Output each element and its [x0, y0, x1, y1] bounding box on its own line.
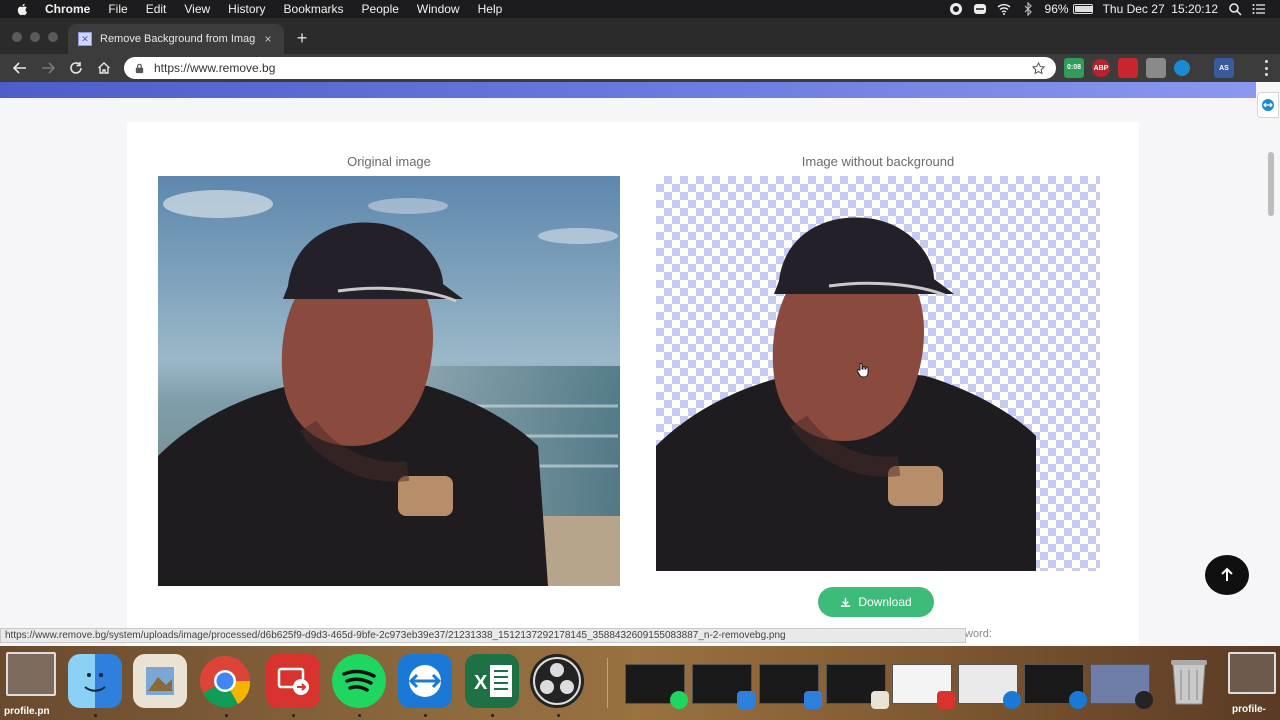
- teamviewer-icon[interactable]: [398, 654, 452, 708]
- partial-page-text: word:: [965, 628, 992, 640]
- apple-icon[interactable]: [14, 1, 30, 17]
- battery-icon: [1072, 4, 1093, 14]
- download-icon: [840, 596, 852, 608]
- dock-window-thumbnail-6[interactable]: [958, 664, 1021, 709]
- spotify-icon[interactable]: [332, 654, 386, 708]
- hand-cursor-icon: [857, 363, 869, 378]
- forward-button[interactable]: [34, 56, 62, 80]
- extension-timer: 0:08: [1066, 64, 1081, 71]
- adblock-label: ABP: [1093, 64, 1109, 72]
- web-page: Original image Image without background: [0, 82, 1280, 646]
- menu-help[interactable]: Help: [469, 0, 512, 18]
- original-image[interactable]: [158, 176, 620, 586]
- menu-bookmarks[interactable]: Bookmarks: [275, 0, 353, 18]
- browser-toolbar: https://www.remove.bg 0:08 ABP AS: [0, 54, 1280, 82]
- result-image-transparent[interactable]: [656, 176, 1100, 571]
- teamviewer-tray-icon[interactable]: [973, 2, 987, 16]
- lock-icon[interactable]: [134, 62, 146, 74]
- back-button[interactable]: [6, 56, 34, 80]
- removebg-favicon-icon: ✕: [78, 32, 92, 46]
- red-extension-icon[interactable]: [1118, 58, 1138, 78]
- remote-desktop-badge-icon: [937, 691, 955, 709]
- finder-icon[interactable]: [68, 654, 122, 708]
- desktop-screen: Chrome File Edit View History Bookmarks …: [0, 0, 1280, 720]
- reload-button[interactable]: [62, 56, 90, 80]
- hero-band: [0, 82, 1256, 98]
- dock-window-thumbnail-1[interactable]: [625, 664, 688, 709]
- dock-file-label-left: profile.pn: [4, 706, 50, 717]
- screencast-extension-icon[interactable]: 0:08: [1064, 58, 1084, 78]
- wifi-icon[interactable]: [997, 2, 1011, 16]
- new-tab-button[interactable]: +: [292, 28, 312, 48]
- download-button[interactable]: Download: [818, 587, 934, 617]
- result-image-title: Image without background: [801, 154, 955, 169]
- dock-profile-thumbnail-right[interactable]: [1228, 652, 1276, 694]
- dock-window-thumbnail-7[interactable]: [1024, 664, 1087, 709]
- dock-separator: [607, 658, 608, 708]
- arrow-up-icon: [1221, 567, 1233, 581]
- dock-window-thumbnail-4[interactable]: [826, 664, 889, 709]
- mac-dock: profile.pn X profile-: [0, 646, 1280, 720]
- browser-tab-active[interactable]: ✕ Remove Background from Imag ×: [68, 24, 284, 54]
- link-status-bubble: https://www.remove.bg/system/uploads/ima…: [0, 628, 966, 643]
- svg-text:X: X: [474, 672, 488, 694]
- teamviewer-side-icon[interactable]: [1257, 92, 1279, 118]
- dock-window-thumbnail-3[interactable]: [759, 664, 822, 709]
- menu-app-name[interactable]: Chrome: [36, 0, 99, 18]
- teamviewer-badge-icon: [1003, 691, 1021, 709]
- dock-window-thumbnail-2[interactable]: [692, 664, 755, 709]
- bluetooth-icon[interactable]: [1021, 2, 1035, 16]
- trash-icon[interactable]: [1162, 654, 1216, 708]
- window-close-button[interactable]: [12, 32, 22, 42]
- window-zoom-button[interactable]: [48, 32, 58, 42]
- preview-badge-icon: [871, 691, 889, 709]
- blue-extension-icon[interactable]: [1174, 60, 1190, 76]
- menu-window[interactable]: Window: [408, 0, 469, 18]
- finder-badge-icon: [737, 691, 755, 709]
- mac-menubar: Chrome File Edit View History Bookmarks …: [0, 0, 1280, 18]
- chrome-menu-icon[interactable]: [1262, 60, 1270, 76]
- bookmark-star-icon[interactable]: [1032, 61, 1046, 75]
- menu-people[interactable]: People: [353, 0, 408, 18]
- obs-badge-icon: [1135, 691, 1153, 709]
- clock[interactable]: Thu Dec 27 15:20:12: [1103, 2, 1218, 16]
- profile-extension-icon[interactable]: AS: [1214, 58, 1234, 78]
- menu-history[interactable]: History: [219, 0, 274, 18]
- battery-indicator[interactable]: 96%: [1045, 2, 1093, 16]
- window-minimize-button[interactable]: [30, 32, 40, 42]
- home-button[interactable]: [90, 56, 118, 80]
- browser-tabstrip: ✕ Remove Background from Imag × +: [0, 18, 1280, 54]
- finder-badge-icon: [804, 691, 822, 709]
- excel-icon[interactable]: X: [465, 654, 519, 708]
- menu-file[interactable]: File: [99, 0, 136, 18]
- scroll-to-top-button[interactable]: [1205, 555, 1249, 595]
- obs-icon[interactable]: [530, 654, 584, 708]
- notification-center-icon[interactable]: [1252, 2, 1266, 16]
- tab-title: Remove Background from Imag: [100, 33, 256, 45]
- obs-tray-icon[interactable]: [949, 2, 963, 16]
- download-label: Download: [858, 595, 912, 609]
- menu-edit[interactable]: Edit: [137, 0, 176, 18]
- tab-close-icon[interactable]: ×: [262, 32, 274, 46]
- adblock-extension-icon[interactable]: ABP: [1092, 59, 1110, 77]
- menu-view[interactable]: View: [175, 0, 219, 18]
- remote-desktop-icon[interactable]: [266, 654, 320, 708]
- preview-icon[interactable]: [133, 654, 187, 708]
- profile-extension-label: AS: [1219, 64, 1229, 72]
- battery-percent: 96%: [1044, 2, 1069, 16]
- address-url[interactable]: https://www.remove.bg: [154, 61, 1032, 75]
- dock-window-thumbnail-8[interactable]: [1090, 664, 1153, 709]
- spotlight-icon[interactable]: [1228, 2, 1242, 16]
- dock-profile-thumbnail[interactable]: [6, 652, 56, 696]
- extensions-area: 0:08 ABP AS: [1064, 58, 1234, 78]
- spotify-badge-icon: [670, 691, 688, 709]
- chrome-icon[interactable]: [198, 654, 252, 708]
- grey-extension-icon[interactable]: [1146, 58, 1166, 78]
- page-scrollbar-thumb[interactable]: [1268, 152, 1274, 216]
- original-image-title: Original image: [347, 154, 431, 169]
- address-bar[interactable]: https://www.remove.bg: [124, 57, 1056, 79]
- dock-file-label-right: profile-: [1232, 704, 1266, 715]
- teamviewer-badge-icon: [1069, 691, 1087, 709]
- dock-window-thumbnail-5[interactable]: [892, 664, 955, 709]
